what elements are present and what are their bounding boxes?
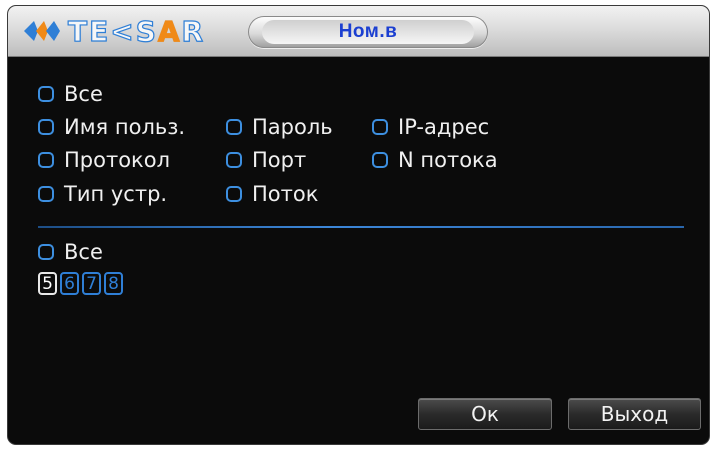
brand-logo: TE<SAR — [22, 14, 206, 48]
checkbox-username[interactable]: Имя польз. — [38, 115, 185, 139]
logo-text: TE<SAR — [67, 14, 206, 48]
exit-button[interactable]: Выход — [568, 398, 701, 430]
channel-button-6[interactable]: 6 — [60, 272, 79, 295]
title-pill: Ном.в — [248, 16, 488, 48]
checkbox-icon[interactable] — [38, 86, 54, 102]
checkbox-icon[interactable] — [38, 186, 54, 202]
checkbox-icon[interactable] — [226, 119, 242, 135]
checkbox-icon[interactable] — [38, 244, 54, 260]
checkbox-all-channels[interactable]: Все — [38, 240, 103, 264]
section-divider — [38, 226, 684, 228]
title-bar: TE<SAR Ном.в — [8, 6, 709, 57]
dialog-window: TE<SAR Ном.в Все Имя польз. Пароль IP-ад… — [8, 6, 709, 444]
checkbox-icon[interactable] — [38, 119, 54, 135]
dialog-title: Ном.в — [338, 21, 398, 42]
checkbox-icon[interactable] — [372, 119, 388, 135]
checkbox-icon[interactable] — [38, 152, 54, 168]
checkbox-ip-address[interactable]: IP-адрес — [372, 115, 489, 139]
ok-button[interactable]: Ок — [418, 398, 552, 430]
checkbox-password[interactable]: Пароль — [226, 115, 333, 139]
checkbox-icon[interactable] — [372, 152, 388, 168]
channel-button-5[interactable]: 5 — [38, 272, 57, 295]
checkbox-stream-number[interactable]: N потока — [372, 148, 498, 172]
checkbox-icon[interactable] — [226, 186, 242, 202]
checkbox-protocol[interactable]: Протокол — [38, 148, 170, 172]
channel-button-7[interactable]: 7 — [82, 272, 101, 295]
diamond-logo-icon — [24, 21, 60, 41]
checkbox-device-type[interactable]: Тип устр. — [38, 182, 167, 206]
channel-selector: 5 6 7 8 — [38, 272, 126, 295]
checkbox-stream[interactable]: Поток — [226, 182, 318, 206]
channel-button-8[interactable]: 8 — [104, 272, 123, 295]
checkbox-icon[interactable] — [226, 152, 242, 168]
checkbox-all-fields[interactable]: Все — [38, 82, 103, 106]
checkbox-port[interactable]: Порт — [226, 148, 306, 172]
